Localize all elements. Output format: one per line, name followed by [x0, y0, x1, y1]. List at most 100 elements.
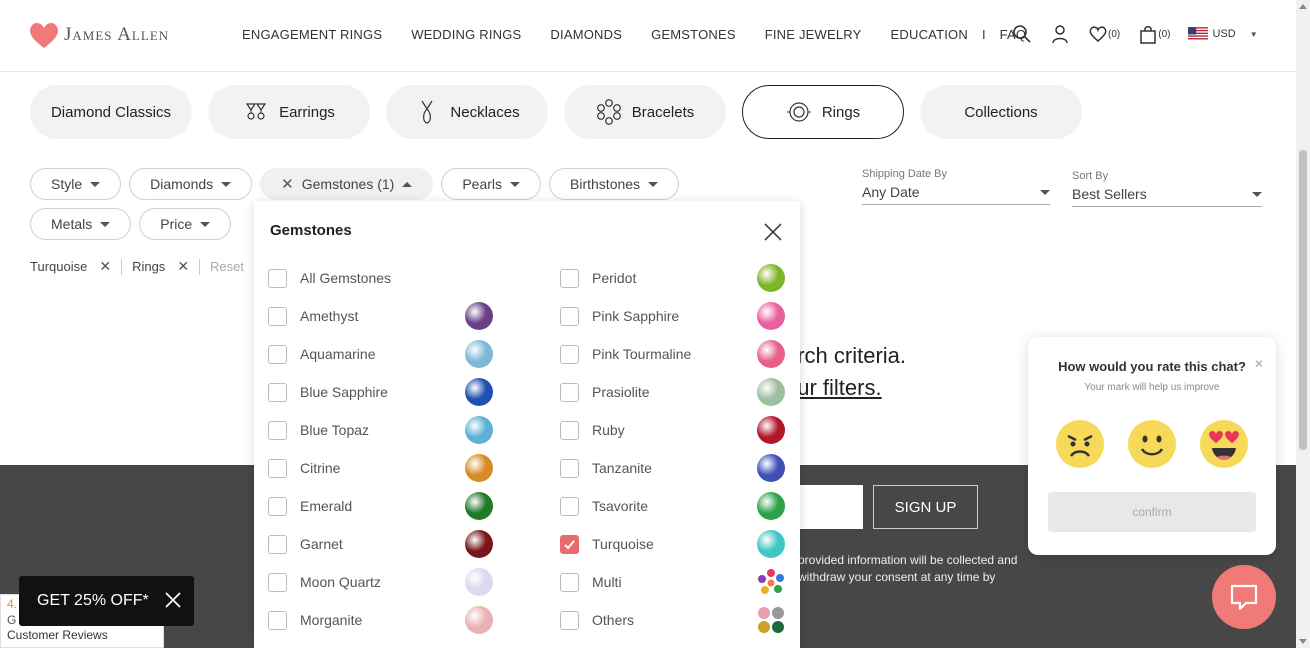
filter-price[interactable]: Price — [139, 208, 232, 240]
caret-down-icon — [1252, 191, 1262, 197]
chip-turquoise[interactable]: Turquoise ✕ — [30, 258, 111, 275]
sort-select[interactable]: Sort By Best Sellers — [1072, 170, 1262, 207]
category-collections[interactable]: Collections — [920, 85, 1082, 139]
checkbox[interactable] — [268, 306, 287, 326]
category-bracelets[interactable]: Bracelets — [564, 85, 726, 139]
category-earrings[interactable]: Earrings — [208, 85, 370, 139]
category-diamond-classics[interactable]: Diamond Classics — [30, 85, 192, 139]
checkbox[interactable] — [268, 420, 287, 440]
nav-gemstones[interactable]: GEMSTONES — [651, 27, 736, 42]
gem-option-label: Emerald — [300, 498, 353, 514]
rating-subtitle: Your mark will help us improve — [1084, 382, 1220, 393]
scroll-down-arrow-icon[interactable] — [1299, 639, 1307, 644]
checkbox[interactable] — [268, 268, 287, 288]
checkbox[interactable] — [560, 268, 579, 288]
smile-face-icon[interactable] — [1127, 419, 1177, 469]
chevron-down-icon: ▼ — [1249, 29, 1258, 39]
caret-down-icon — [200, 221, 211, 227]
caret-down-icon — [90, 181, 101, 187]
gemstones-dropdown-panel: Gemstones All Gemstones Amethyst Aquamarin… — [254, 201, 800, 648]
checkbox[interactable] — [560, 496, 579, 516]
currency-selector[interactable]: USD ▼ — [1188, 24, 1258, 44]
gem-swatch-icon — [465, 340, 493, 368]
checkbox[interactable] — [560, 382, 579, 402]
checkbox[interactable] — [268, 344, 287, 364]
nav-wedding-rings[interactable]: WEDDING RINGS — [411, 27, 521, 42]
filter-metals[interactable]: Metals — [30, 208, 132, 240]
no-results-message: arch criteria. our filters. — [785, 340, 906, 404]
checkbox[interactable] — [560, 306, 579, 326]
chip-rings[interactable]: Rings ✕ — [132, 258, 189, 275]
reset-link[interactable]: Reset — [210, 259, 244, 274]
scroll-thumb[interactable] — [1299, 150, 1307, 450]
wishlist-button[interactable]: (0) — [1088, 24, 1120, 44]
filter-diamonds[interactable]: Diamonds — [129, 168, 253, 200]
shipping-date-select[interactable]: Shipping Date By Any Date — [862, 168, 1050, 205]
close-icon[interactable]: ✕ — [99, 258, 111, 275]
checkbox[interactable] — [268, 382, 287, 402]
close-icon[interactable]: ✕ — [1254, 357, 1264, 371]
rating-title: How would you rate this chat? — [1058, 359, 1246, 374]
nav-engagement-rings[interactable]: ENGAGEMENT RINGS — [242, 27, 382, 42]
close-icon[interactable]: ✕ — [177, 258, 189, 275]
nav-fine-jewelry[interactable]: FINE JEWELRY — [765, 27, 862, 42]
category-rings[interactable]: Rings — [742, 85, 904, 139]
filter-label: Pearls — [462, 176, 503, 192]
gem-option-label: Tsavorite — [592, 498, 649, 514]
checkbox[interactable] — [560, 572, 579, 592]
checkbox-checked[interactable] — [560, 534, 579, 554]
promo-banner[interactable]: GET 25% OFF* — [19, 576, 194, 626]
filter-pearls[interactable]: Pearls — [441, 168, 542, 200]
heart-eyes-face-icon[interactable] — [1199, 419, 1249, 469]
nav-diamonds[interactable]: DIAMONDS — [550, 27, 622, 42]
clear-filter-icon[interactable]: ✕ — [281, 175, 294, 193]
search-button[interactable] — [1012, 24, 1032, 44]
checkbox[interactable] — [268, 572, 287, 592]
checkbox[interactable] — [560, 420, 579, 440]
filter-gemstones[interactable]: ✕ Gemstones (1) — [260, 168, 434, 200]
checkbox[interactable] — [268, 458, 287, 478]
caret-up-icon — [402, 181, 413, 187]
checkbox[interactable] — [560, 458, 579, 478]
caret-down-icon — [510, 181, 521, 187]
sort-value: Best Sellers — [1072, 186, 1147, 202]
gem-option-label: Amethyst — [300, 308, 359, 324]
gem-option-label: Pink Sapphire — [592, 308, 680, 324]
gem-swatch-icon — [757, 416, 785, 444]
filter-label: Birthstones — [570, 176, 641, 192]
checkbox[interactable] — [268, 534, 287, 554]
gem-option-all-gemstones[interactable]: All Gemstones — [268, 259, 508, 297]
gem-swatch-icon — [757, 264, 785, 292]
signup-button[interactable]: SIGN UP — [873, 485, 978, 529]
page-scrollbar[interactable] — [1296, 0, 1310, 648]
filter-birthstones[interactable]: Birthstones — [549, 168, 680, 200]
filter-label: Diamonds — [150, 176, 214, 192]
close-icon[interactable] — [165, 592, 181, 608]
scroll-up-arrow-icon[interactable] — [1299, 4, 1307, 9]
category-label: Rings — [821, 103, 861, 121]
account-button[interactable] — [1050, 24, 1070, 44]
divider — [199, 258, 201, 275]
nav-education[interactable]: EDUCATION — [891, 27, 968, 42]
checkbox[interactable] — [560, 610, 579, 630]
caret-down-icon — [1040, 189, 1050, 195]
gem-option-label: Multi — [592, 574, 622, 590]
filter-style[interactable]: Style — [30, 168, 122, 200]
category-necklaces[interactable]: Necklaces — [386, 85, 548, 139]
chat-button[interactable] — [1212, 565, 1276, 629]
checkbox[interactable] — [268, 610, 287, 630]
header-icons: (0) (0) USD ▼ — [1012, 24, 1258, 44]
gem-option-label: Ruby — [592, 422, 625, 438]
gem-swatch-icon — [465, 378, 493, 406]
cart-button[interactable]: (0) — [1138, 24, 1170, 44]
logo[interactable]: James Allen — [28, 20, 169, 50]
checkbox[interactable] — [268, 496, 287, 516]
angry-face-icon[interactable] — [1055, 419, 1105, 469]
close-icon[interactable] — [762, 221, 784, 243]
consent-line: provided information will be collected a… — [798, 553, 1018, 567]
filter-label: Gemstones (1) — [301, 176, 395, 192]
checkbox[interactable] — [560, 344, 579, 364]
confirm-button[interactable]: confirm — [1048, 492, 1256, 532]
gem-option-label: Others — [592, 612, 635, 628]
brand-name: James Allen — [64, 24, 170, 45]
